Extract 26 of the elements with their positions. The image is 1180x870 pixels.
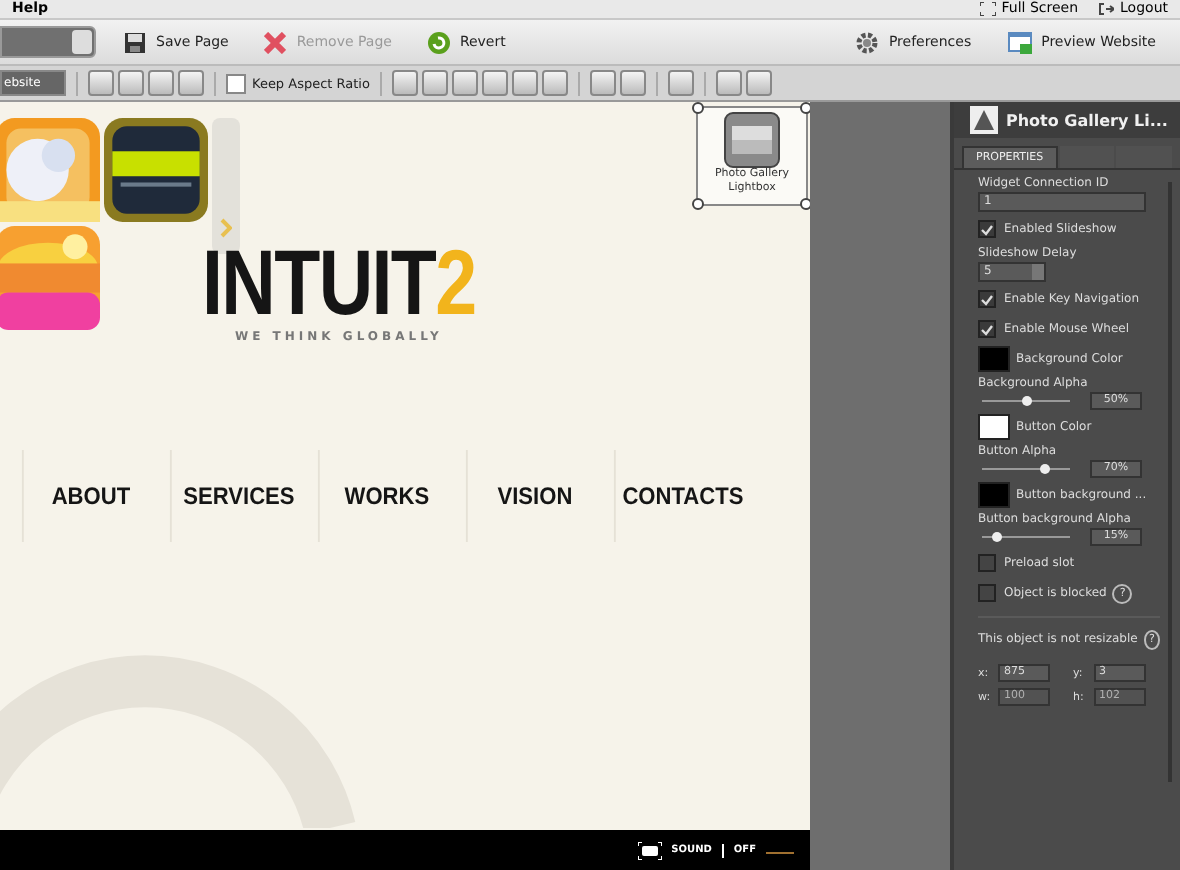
nav-link[interactable]: ABOUT (21, 450, 159, 542)
color-swatch[interactable] (978, 482, 1010, 508)
color-swatch[interactable] (978, 346, 1010, 372)
save-icon (124, 31, 146, 53)
widget-icon (970, 106, 998, 134)
panel-title: Photo Gallery Li... (1006, 111, 1168, 129)
checkmark-icon (980, 223, 994, 235)
checkmark-icon (980, 323, 994, 335)
browser-window-icon (1007, 31, 1032, 53)
resize-handle[interactable] (692, 102, 704, 114)
revert-icon (427, 31, 450, 53)
nav-link[interactable]: WORKS (317, 450, 455, 542)
page-dropdown[interactable] (0, 26, 96, 58)
color-swatch[interactable] (978, 414, 1010, 440)
nav-link[interactable]: VISION (465, 450, 603, 542)
fullscreen-icon[interactable] (637, 841, 662, 859)
logout-icon (1098, 2, 1115, 16)
checkmark-icon (980, 293, 994, 305)
gallery-icon (724, 112, 780, 168)
nav-link[interactable]: SERVICES (169, 450, 307, 542)
resize-handle[interactable] (692, 198, 704, 210)
settings-icon (856, 31, 879, 53)
logo-text: INTUIT2 (202, 238, 476, 326)
chevron-right-icon (220, 218, 232, 238)
fullscreen-icon (979, 2, 996, 16)
nav-link[interactable]: CONTACTS (613, 450, 751, 542)
